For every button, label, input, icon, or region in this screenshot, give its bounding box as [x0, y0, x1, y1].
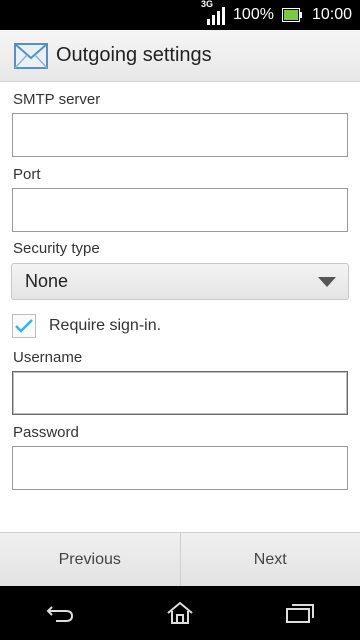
signal-icon — [207, 7, 226, 25]
password-label: Password — [13, 424, 79, 441]
network-type: 3G — [201, 0, 214, 9]
bottom-button-bar: Previous Next — [0, 532, 360, 587]
username-input[interactable] — [12, 371, 348, 415]
require-signin-row[interactable]: Require sign-in. — [12, 312, 161, 340]
battery-percent: 100% — [233, 6, 274, 23]
recent-apps-icon — [286, 604, 314, 623]
username-label: Username — [13, 349, 83, 366]
battery-icon — [281, 8, 302, 22]
password-input[interactable] — [12, 446, 348, 490]
dropdown-arrow-icon — [318, 276, 336, 287]
port-label: Port — [13, 166, 41, 183]
system-nav-bar — [0, 586, 360, 640]
previous-button[interactable]: Previous — [0, 533, 180, 587]
smtp-server-label: SMTP server — [13, 91, 101, 108]
port-input[interactable] — [12, 188, 348, 232]
home-button[interactable] — [150, 593, 210, 633]
recent-apps-button[interactable] — [270, 593, 330, 633]
back-button[interactable] — [30, 593, 90, 633]
action-bar: Outgoing settings — [0, 30, 360, 82]
page-title: Outgoing settings — [56, 44, 212, 66]
home-icon — [167, 601, 193, 624]
next-button[interactable]: Next — [179, 533, 360, 587]
status-bar: 3G 100% 10:00 — [0, 0, 360, 30]
security-type-value: None — [25, 271, 69, 291]
back-icon — [46, 606, 74, 622]
checkmark-icon — [15, 319, 33, 333]
security-type-label: Security type — [13, 240, 100, 257]
require-signin-label: Require sign-in. — [49, 317, 162, 334]
security-type-select[interactable]: None — [11, 263, 349, 300]
smtp-server-input[interactable] — [12, 113, 348, 157]
clock: 10:00 — [311, 6, 352, 23]
mail-icon — [14, 42, 48, 69]
require-signin-checkbox[interactable] — [12, 314, 36, 338]
signal-indicator: 3G — [201, 0, 227, 25]
